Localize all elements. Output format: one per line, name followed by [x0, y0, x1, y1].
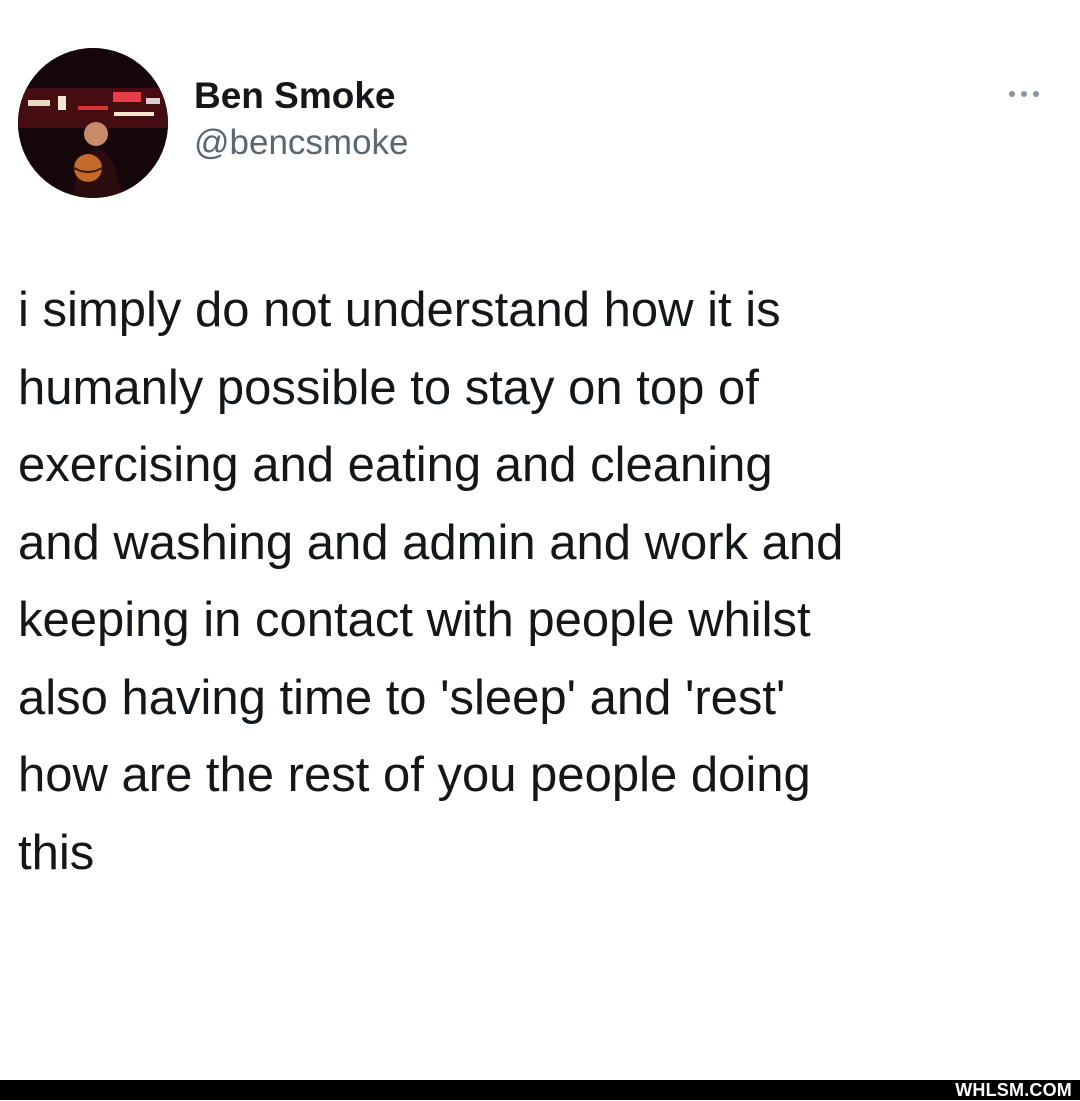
footer-bar: WHLSM.COM — [0, 1080, 1080, 1100]
author-handle[interactable]: @bencsmoke — [194, 122, 409, 164]
watermark: WHLSM.COM — [955, 1080, 1072, 1100]
tweet-text-line: keeping in contact with people whilst — [18, 593, 811, 647]
tweet-text-line: and washing and admin and work and — [18, 515, 844, 570]
avatar[interactable] — [18, 48, 168, 198]
tweet-text-line: humanly possible to stay on top of — [18, 360, 759, 415]
tweet-card: Ben Smoke @bencsmoke i simply do not und… — [0, 0, 1080, 1080]
tweet-text: i simply do not understand how it is hum… — [18, 272, 1068, 892]
avatar-photo — [18, 48, 168, 198]
author-name[interactable]: Ben Smoke — [194, 74, 409, 118]
tweet-text-line: this — [18, 825, 95, 880]
tweet-text-line: also having time to 'sleep' and 'rest' — [18, 670, 786, 725]
more-horizontal-icon[interactable] — [1004, 86, 1044, 102]
tweet-text-line: i simply do not understand how it is — [18, 283, 781, 337]
tweet-text-line: exercising and eating and cleaning — [18, 438, 773, 492]
author-block: Ben Smoke @bencsmoke — [194, 74, 409, 164]
tweet-text-line: how are the rest of you people doing — [18, 748, 811, 802]
